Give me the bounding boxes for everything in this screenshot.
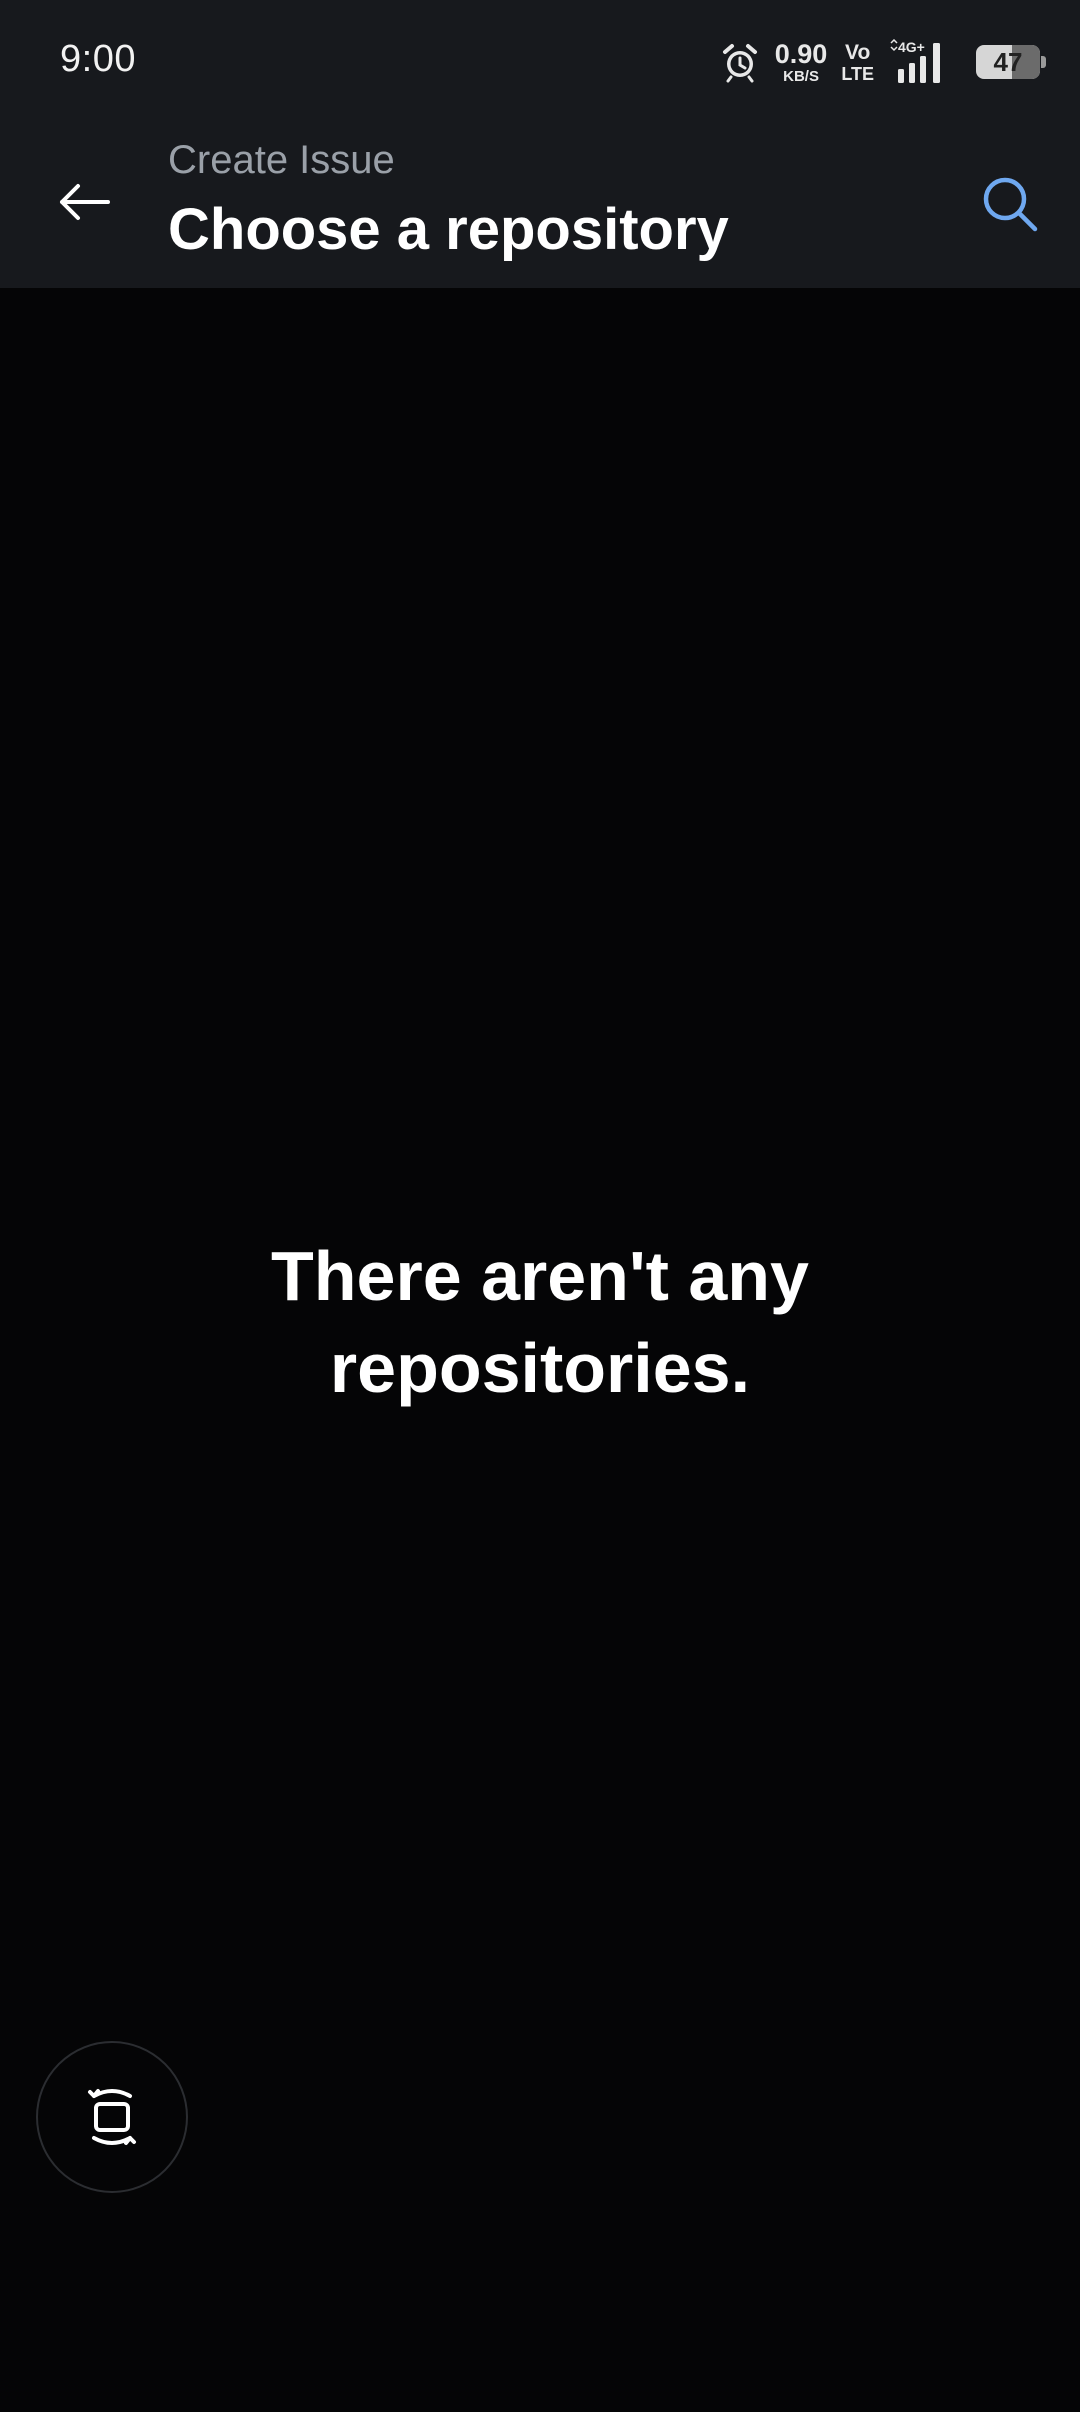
empty-state-line-2: repositories. [329, 1329, 751, 1407]
screen: 9:00 0.90 KB/S Vo LTE 4G+ 47 Create Issu… [0, 0, 1080, 2412]
volte-top: Vo [845, 40, 871, 64]
battery-level: 47 [993, 46, 1023, 77]
volte-bottom: LTE [841, 63, 874, 84]
empty-state-line-1: There aren't any [271, 1237, 809, 1315]
signal-4g-icon: 4G+ [890, 39, 940, 83]
search-icon [983, 177, 1038, 232]
status-icons: 0.90 KB/S Vo LTE 4G+ 47 [719, 36, 1046, 88]
page-title: Choose a repository [168, 197, 729, 262]
empty-state-message: There aren't any repositories. [0, 1230, 1080, 1414]
network-speed-value: 0.90 [774, 38, 828, 69]
volte-indicator: Vo LTE [841, 42, 874, 83]
network-speed: 0.90 KB/S [774, 38, 828, 85]
status-time: 9:00 [60, 38, 136, 80]
battery-icon: 47 [976, 45, 1046, 79]
alarm-icon [722, 44, 757, 83]
network-type-label: 4G+ [898, 39, 925, 55]
rotate-screen-icon [88, 2089, 136, 2145]
search-button[interactable] [970, 164, 1050, 244]
rotate-screen-button[interactable] [36, 2041, 188, 2193]
app-bar-subtitle: Create Issue [168, 138, 395, 182]
arrow-left-icon [60, 184, 110, 220]
status-bar: 9:00 0.90 KB/S Vo LTE 4G+ 47 [0, 0, 1080, 124]
app-bar: Create Issue Choose a repository [0, 124, 1080, 288]
network-speed-unit: KB/S [783, 67, 819, 85]
header: 9:00 0.90 KB/S Vo LTE 4G+ 47 Create Issu… [0, 0, 1080, 288]
back-button[interactable] [44, 162, 124, 242]
